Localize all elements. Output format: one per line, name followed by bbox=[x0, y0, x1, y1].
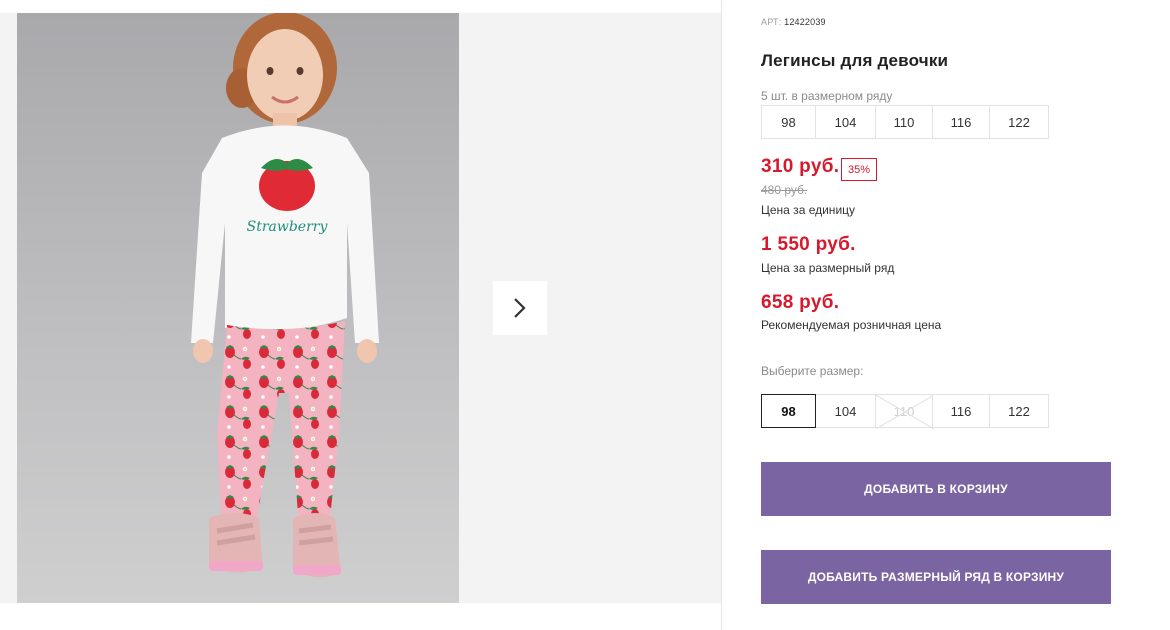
recommended-retail-price: 658 руб. bbox=[761, 292, 840, 313]
pack-size-item: 116 bbox=[932, 105, 990, 139]
unit-price: 310 руб. bbox=[761, 156, 840, 177]
gallery-next-button[interactable] bbox=[493, 281, 547, 335]
size-option-98[interactable]: 98 bbox=[761, 394, 816, 428]
article-label: АРТ: bbox=[761, 17, 782, 27]
shirt-print-text: Strawberry bbox=[247, 219, 329, 235]
chevron-right-icon bbox=[514, 298, 526, 318]
unit-price-caption: Цена за единицу bbox=[761, 203, 856, 217]
column-divider bbox=[721, 0, 722, 630]
pack-price-caption: Цена за размерный ряд bbox=[761, 261, 895, 275]
size-option-104[interactable]: 104 bbox=[815, 394, 876, 428]
product-gallery: Strawberry bbox=[0, 0, 722, 630]
product-photo-illustration: Strawberry bbox=[17, 13, 459, 603]
size-option-110-unavailable: 110 bbox=[875, 394, 934, 429]
old-price: 480 руб. bbox=[761, 183, 808, 197]
recommended-retail-price-caption: Рекомендуемая розничная цена bbox=[761, 318, 942, 332]
product-photo[interactable]: Strawberry bbox=[17, 13, 459, 603]
pack-size-item: 122 bbox=[989, 105, 1049, 139]
size-selector: 98 104 110 116 122 bbox=[761, 394, 1049, 429]
pack-size-list: 98 104 110 116 122 bbox=[761, 105, 1049, 139]
article-number: АРТ: 12422039 bbox=[761, 17, 826, 27]
size-option-122[interactable]: 122 bbox=[989, 394, 1049, 428]
article-value: 12422039 bbox=[784, 17, 826, 27]
pack-size-item: 104 bbox=[815, 105, 876, 139]
pack-size-note: 5 шт. в размерном ряду bbox=[761, 89, 893, 103]
pack-size-item: 110 bbox=[875, 105, 933, 139]
pack-size-item: 98 bbox=[761, 105, 816, 139]
pack-price: 1 550 руб. bbox=[761, 234, 856, 255]
unavailable-cross-icon bbox=[876, 395, 934, 429]
size-option-116[interactable]: 116 bbox=[932, 394, 990, 428]
product-title: Легинсы для девочки bbox=[761, 51, 949, 70]
choose-size-label: Выберите размер: bbox=[761, 364, 864, 378]
discount-badge: 35% bbox=[841, 158, 877, 181]
add-pack-to-cart-button[interactable]: Добавить размерный ряд в корзину bbox=[761, 550, 1111, 604]
add-to-cart-button[interactable]: Добавить в корзину bbox=[761, 462, 1111, 516]
